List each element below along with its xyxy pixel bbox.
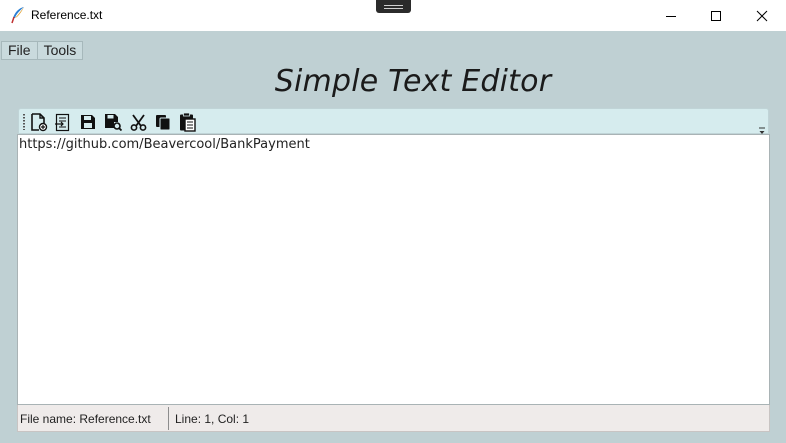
minimize-icon — [666, 15, 676, 17]
minimize-button[interactable] — [648, 0, 694, 31]
maximize-icon — [711, 10, 721, 21]
close-icon — [756, 10, 768, 21]
save-button[interactable] — [78, 112, 98, 132]
copy-icon — [156, 114, 171, 130]
status-separator — [168, 407, 169, 430]
snap-handle[interactable] — [376, 0, 411, 13]
text-editor-area[interactable]: https://github.com/Beavercool/BankPaymen… — [17, 134, 770, 405]
save-as-button[interactable] — [103, 112, 123, 132]
open-file-button[interactable] — [53, 112, 73, 132]
menu-bar: File Tools — [1, 41, 84, 60]
status-bar: File name: Reference.txt Line: 1, Col: 1 — [17, 405, 770, 432]
quill-icon — [9, 6, 26, 24]
new-file-button[interactable] — [29, 112, 49, 132]
save-icon — [81, 115, 95, 129]
menu-tools[interactable]: Tools — [37, 41, 84, 60]
status-file-name: File name: Reference.txt — [20, 412, 151, 426]
close-button[interactable] — [739, 0, 785, 31]
cut-button[interactable] — [128, 112, 148, 132]
title-bar: Reference.txt — [0, 0, 786, 31]
menu-file[interactable]: File — [1, 41, 38, 60]
window-title: Reference.txt — [31, 8, 103, 22]
toolbar-grip[interactable] — [23, 114, 25, 130]
open-file-icon — [55, 113, 70, 131]
paste-button[interactable] — [178, 112, 198, 132]
save-as-icon — [105, 114, 122, 131]
maximize-button[interactable] — [693, 0, 739, 31]
cut-icon — [130, 113, 146, 131]
app-heading: Simple Text Editor — [274, 64, 552, 99]
paste-icon — [180, 112, 196, 132]
toolbar — [18, 108, 769, 134]
new-file-icon — [31, 112, 48, 131]
status-cursor-position: Line: 1, Col: 1 — [175, 412, 250, 426]
toolbar-overflow-button[interactable] — [758, 123, 766, 134]
copy-button[interactable] — [153, 112, 173, 132]
